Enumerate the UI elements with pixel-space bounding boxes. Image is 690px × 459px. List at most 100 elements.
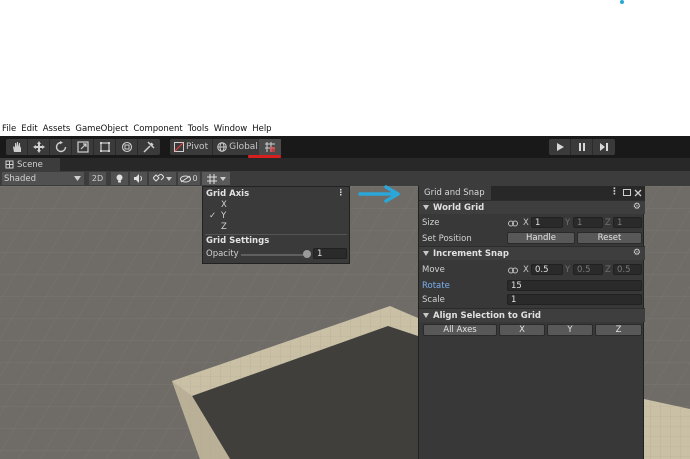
play-icon[interactable]	[549, 139, 571, 155]
reset-button[interactable]: Reset	[577, 232, 642, 244]
menu-edit[interactable]: Edit	[21, 124, 37, 134]
pivot-button[interactable]: Pivot	[170, 139, 214, 155]
grid-visibility-dropdown[interactable]	[202, 172, 230, 185]
close-icon[interactable]	[634, 189, 642, 197]
step-icon[interactable]	[593, 139, 615, 155]
scale-label: Scale	[422, 295, 445, 305]
hand-icon[interactable]	[6, 139, 28, 155]
grid-axis-title: Grid Axis	[206, 189, 250, 199]
lightbulb-icon	[116, 174, 123, 183]
opacity-slider-track[interactable]	[241, 254, 307, 256]
align-z-button[interactable]: Z	[595, 324, 642, 336]
move-x-label: X	[523, 265, 529, 275]
move-x-field[interactable]: 0.5	[531, 264, 563, 275]
opacity-field[interactable]: 1	[313, 248, 347, 259]
chevron-down-icon	[219, 176, 226, 181]
gear-icon[interactable]: ⚙	[633, 248, 641, 258]
menu-help[interactable]: Help	[252, 124, 271, 134]
move-z-label: Z	[605, 265, 611, 275]
hidden-objects-count: 0	[192, 174, 198, 183]
page-background	[0, 0, 690, 122]
grid-icon	[206, 173, 217, 184]
more-options-icon[interactable]: ⋮	[610, 187, 619, 197]
playback-controls	[549, 139, 615, 155]
menu-file[interactable]: File	[2, 124, 16, 134]
rect-icon[interactable]	[94, 139, 116, 155]
effects-dropdown[interactable]	[149, 172, 176, 185]
move-y-label: Y	[565, 265, 571, 275]
move-z-field[interactable]: 0.5	[613, 264, 642, 275]
toggle-2d-button[interactable]: 2D	[89, 172, 106, 185]
maximize-icon[interactable]	[623, 189, 631, 196]
lighting-toggle[interactable]	[111, 172, 128, 185]
axis-option-z[interactable]: Z	[221, 222, 227, 232]
menu-window[interactable]: Window	[214, 124, 248, 134]
tab-grid-and-snap[interactable]: Grid and Snap	[419, 186, 491, 200]
tab-scene-label: Scene	[17, 159, 43, 170]
chevron-down-icon	[74, 176, 81, 181]
align-all-axes-button[interactable]: All Axes	[423, 324, 497, 336]
scale-field[interactable]: 1	[507, 294, 642, 305]
effects-icon	[153, 174, 164, 182]
global-button[interactable]: Global	[213, 139, 262, 155]
menu-gameobject[interactable]: GameObject	[75, 124, 128, 134]
increment-snap-title: Increment Snap	[433, 249, 509, 259]
toggle-2d-label: 2D	[91, 174, 104, 183]
scene-tab-bar: Scene	[0, 158, 690, 171]
size-y-label: Y	[565, 218, 571, 228]
size-x-label: X	[523, 218, 529, 228]
align-x-button[interactable]: X	[499, 324, 545, 336]
grid-settings-title: Grid Settings	[206, 236, 270, 246]
grid-snap-toggle	[259, 139, 281, 155]
link-icon[interactable]	[508, 267, 518, 274]
foldout-arrow-icon	[423, 205, 429, 210]
align-y-button[interactable]: Y	[547, 324, 593, 336]
menu-assets[interactable]: Assets	[43, 124, 71, 134]
move-label: Move	[422, 265, 445, 275]
rotate-field[interactable]: 15	[507, 280, 642, 291]
audio-toggle[interactable]	[130, 172, 147, 185]
tab-scene[interactable]: Scene	[0, 158, 60, 171]
rotate-label: Rotate	[422, 281, 450, 291]
transform-icon[interactable]	[116, 139, 138, 155]
grid-settings-popup: Grid Axis ⋮ X ✓ Y Z Grid Settings Opacit…	[202, 186, 350, 264]
gear-icon[interactable]: ⚙	[633, 202, 641, 212]
link-icon[interactable]	[508, 220, 518, 227]
move-y-field[interactable]: 0.5	[573, 264, 603, 275]
menu-tools[interactable]: Tools	[188, 124, 209, 134]
size-z-field[interactable]: 1	[613, 217, 642, 228]
foldout-arrow-icon	[423, 313, 429, 318]
annotation-dot	[620, 0, 624, 4]
shading-mode-label: Shaded	[4, 173, 37, 184]
custom-tool-icon[interactable]	[138, 139, 160, 155]
size-y-field[interactable]: 1	[573, 217, 603, 228]
opacity-slider-thumb[interactable]	[303, 250, 311, 258]
axis-option-x[interactable]: X	[221, 200, 227, 210]
size-label: Size	[422, 218, 440, 228]
hidden-objects-toggle[interactable]: 0	[178, 172, 200, 185]
eye-slash-icon	[180, 175, 192, 182]
align-selection-title: Align Selection to Grid	[433, 311, 541, 321]
scene-toolbar: Shaded 2D 0	[0, 171, 690, 186]
world-grid-header[interactable]: World Grid ⚙	[419, 200, 645, 214]
increment-snap-header[interactable]: Increment Snap ⚙	[419, 246, 645, 260]
more-options-icon[interactable]: ⋮	[337, 188, 346, 198]
rotate-icon[interactable]	[50, 139, 72, 155]
shading-mode-dropdown[interactable]: Shaded	[2, 172, 84, 185]
move-icon[interactable]	[28, 139, 50, 155]
size-z-label: Z	[605, 218, 611, 228]
menu-component[interactable]: Component	[133, 124, 182, 134]
grid-and-snap-window: Grid and Snap ⋮ World Grid ⚙ Size X 1 Y …	[418, 186, 645, 459]
pivot-label: Pivot	[186, 142, 209, 152]
pause-icon[interactable]	[571, 139, 593, 155]
size-x-field[interactable]: 1	[531, 217, 563, 228]
speaker-icon	[133, 174, 142, 183]
menu-bar: File Edit Assets GameObject Component To…	[0, 122, 690, 136]
handle-button[interactable]: Handle	[507, 232, 575, 244]
opacity-label: Opacity	[206, 249, 239, 259]
axis-option-y[interactable]: Y	[221, 211, 226, 221]
grid-snap-icon[interactable]	[259, 139, 281, 155]
popup-divider	[205, 234, 347, 235]
align-selection-header[interactable]: Align Selection to Grid	[419, 308, 645, 322]
scale-icon[interactable]	[72, 139, 94, 155]
